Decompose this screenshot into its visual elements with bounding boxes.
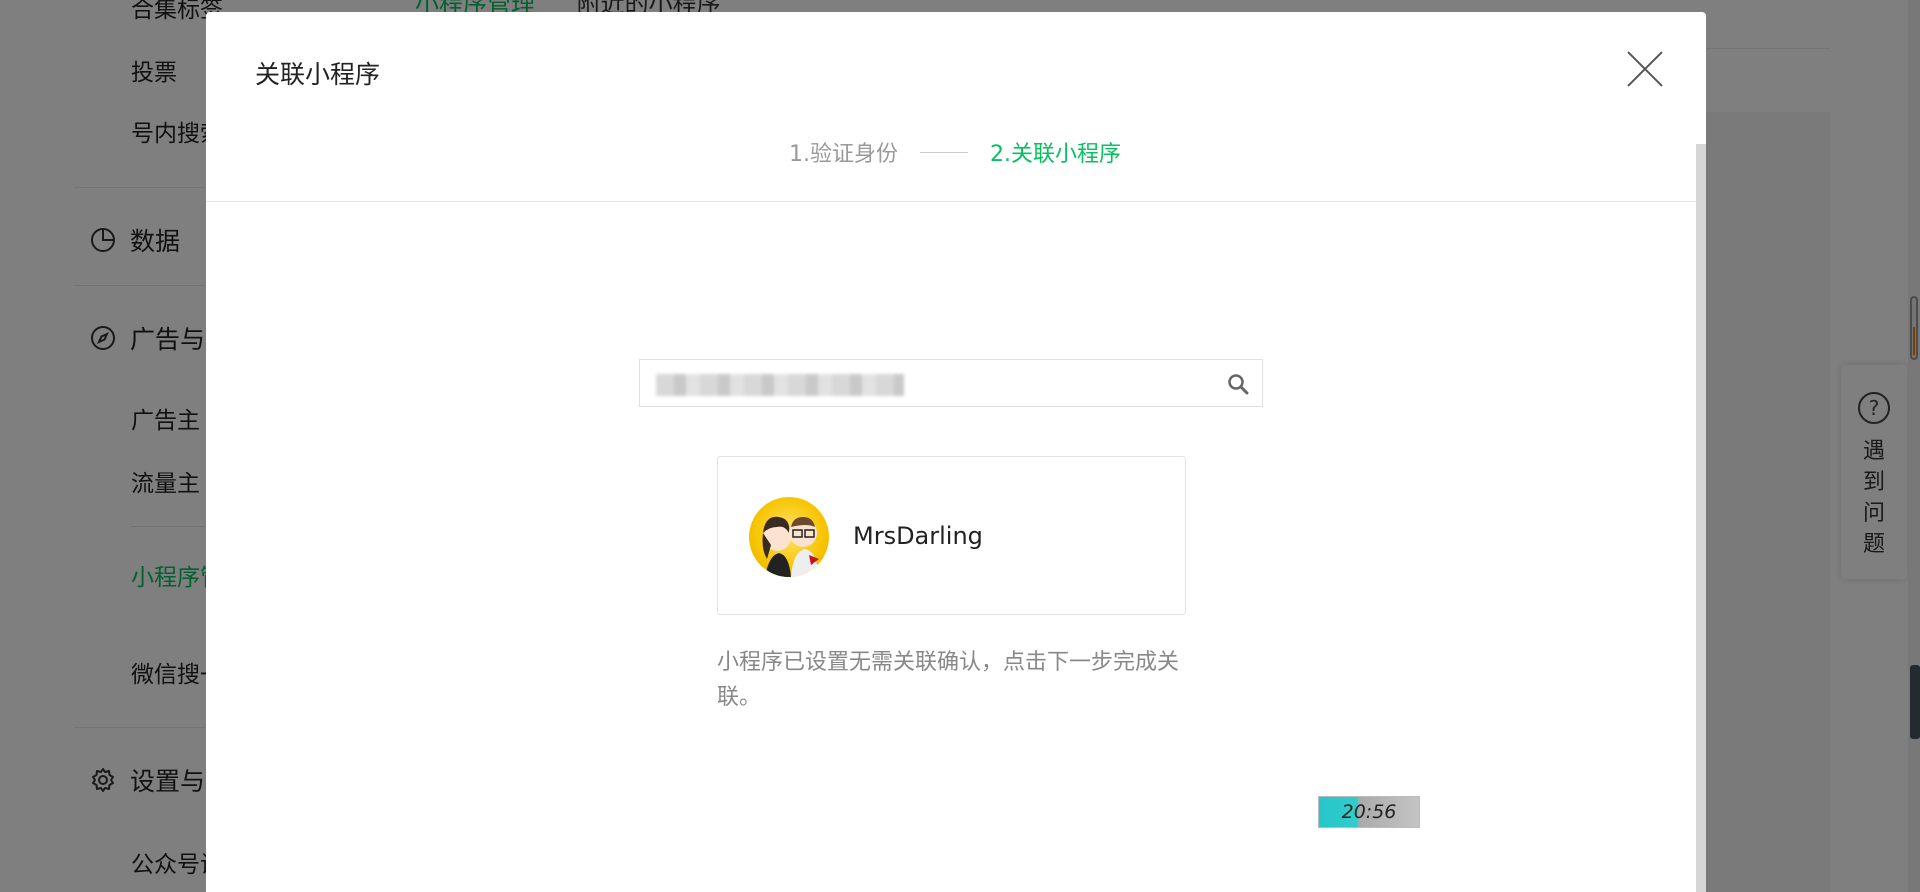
close-icon[interactable]	[1627, 51, 1663, 87]
miniprogram-name: MrsDarling	[853, 522, 983, 550]
step-verify-identity: 1.验证身份	[789, 142, 898, 167]
link-hint-text: 小程序已设置无需关联确认，点击下一步完成关联。	[717, 650, 1180, 710]
search-icon[interactable]	[1226, 372, 1250, 396]
step-separator	[920, 151, 968, 153]
step-link-miniprogram: 2.关联小程序	[990, 142, 1121, 167]
link-miniprogram-dialog: 关联小程序 1.验证身份 2.关联小程序 MrsDarling 小程序已设置无需…	[206, 12, 1706, 892]
step-indicator: 1.验证身份 2.关联小程序	[789, 136, 1121, 168]
miniprogram-avatar	[749, 497, 829, 577]
dialog-title: 关联小程序	[255, 60, 381, 89]
miniprogram-result-card[interactable]: MrsDarling	[717, 456, 1186, 615]
dialog-scrollbar[interactable]	[1696, 144, 1706, 892]
dialog-divider	[206, 201, 1706, 202]
miniprogram-search-input[interactable]	[639, 359, 1263, 407]
time-badge: 20:56	[1318, 796, 1420, 828]
search-input-value-redacted	[656, 374, 904, 396]
